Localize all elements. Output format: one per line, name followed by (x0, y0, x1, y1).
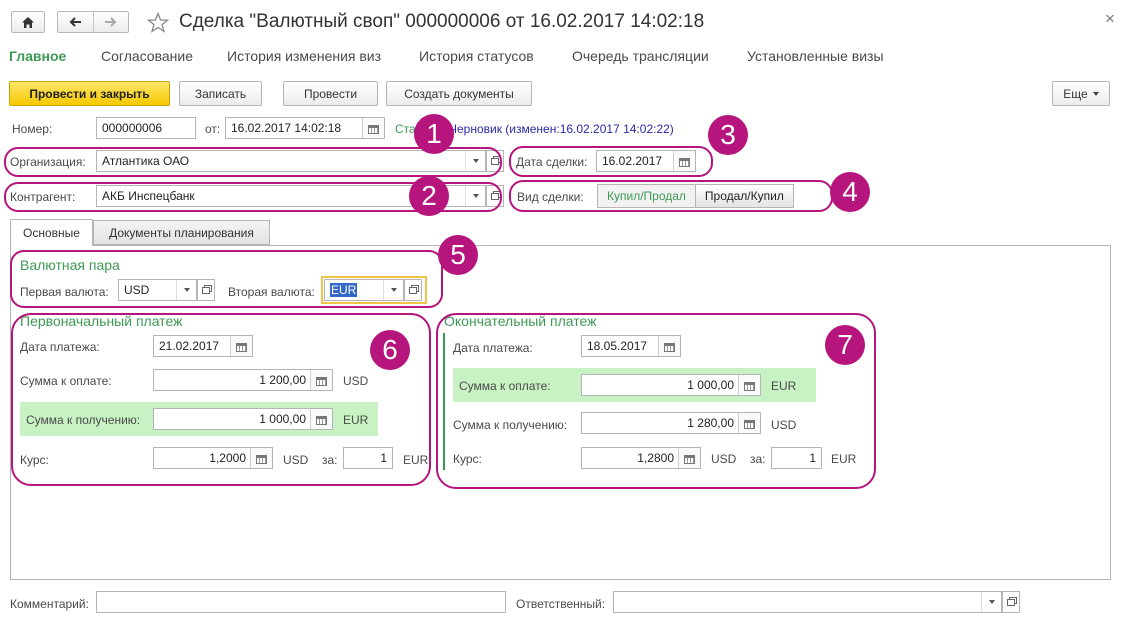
annotation-marker-3: 3 (708, 115, 748, 155)
annotation-marker-5: 5 (438, 235, 478, 275)
annotation-oval-deal-type (509, 180, 833, 212)
comment-label: Комментарий: (10, 597, 89, 611)
annotation-oval-final-payment (436, 313, 876, 489)
annotation-oval-deal-date (509, 146, 713, 177)
annotation-marker-7: 7 (825, 325, 865, 365)
tab-basic[interactable]: Основные (10, 219, 93, 246)
number-label: Номер: (12, 122, 53, 136)
home-icon (22, 16, 34, 28)
annotation-marker-4: 4 (830, 172, 870, 212)
forward-button[interactable] (94, 12, 129, 32)
chevron-down-icon (1092, 91, 1099, 96)
tab-translation-queue[interactable]: Очередь трансляции (572, 48, 709, 64)
post-button[interactable]: Провести (283, 81, 378, 106)
post-and-close-button[interactable]: Провести и закрыть (9, 81, 170, 106)
tab-approval[interactable]: Согласование (101, 48, 193, 64)
chevron-down-icon (988, 600, 995, 604)
tab-visa-history[interactable]: История изменения виз (227, 48, 381, 64)
responsible-open-button[interactable] (1002, 591, 1020, 613)
tab-basic-label: Основные (23, 226, 80, 240)
tab-planning-docs-label: Документы планирования (109, 225, 254, 240)
annotation-marker-2: 2 (409, 176, 449, 216)
back-button[interactable] (58, 12, 94, 32)
date-time-field[interactable]: 16.02.2017 14:02:18 (225, 117, 385, 139)
tab-planning-docs[interactable]: Документы планирования (93, 220, 270, 245)
annotation-marker-1: 1 (414, 114, 454, 154)
back-forward-group (57, 11, 129, 33)
arrow-right-icon (105, 17, 117, 27)
more-label: Еще (1063, 86, 1088, 101)
comment-field[interactable] (96, 591, 506, 613)
annotation-marker-6: 6 (370, 330, 410, 370)
save-button[interactable]: Записать (179, 81, 262, 106)
annotation-oval-initial-payment (11, 313, 431, 486)
calendar-button[interactable] (362, 118, 384, 138)
calendar-icon (368, 124, 379, 134)
page-title: Сделка "Валютный своп" 000000006 от 16.0… (179, 11, 705, 32)
status-value: Черновик (изменен:16.02.2017 14:02:22) (449, 122, 674, 136)
tab-main[interactable]: Главное (9, 48, 66, 64)
create-documents-button[interactable]: Создать документы (386, 81, 532, 106)
responsible-dropdown-button[interactable] (981, 592, 1001, 612)
responsible-field[interactable] (613, 591, 1002, 613)
tab-set-visas[interactable]: Установленные визы (747, 48, 884, 64)
responsible-label: Ответственный: (516, 597, 606, 611)
star-icon[interactable] (147, 12, 169, 33)
date-from-label: от: (205, 122, 221, 136)
open-form-icon (1007, 598, 1015, 606)
date-time-value: 16.02.2017 14:02:18 (231, 121, 342, 135)
number-field[interactable]: 000000006 (96, 117, 196, 139)
close-icon[interactable]: × (1105, 9, 1115, 29)
tab-status-history[interactable]: История статусов (419, 48, 534, 64)
more-button[interactable]: Еще (1052, 81, 1110, 106)
status-label: Ста (395, 122, 416, 136)
home-button[interactable] (11, 11, 45, 33)
arrow-left-icon (69, 17, 81, 27)
annotation-oval-currency-pair (10, 250, 443, 308)
